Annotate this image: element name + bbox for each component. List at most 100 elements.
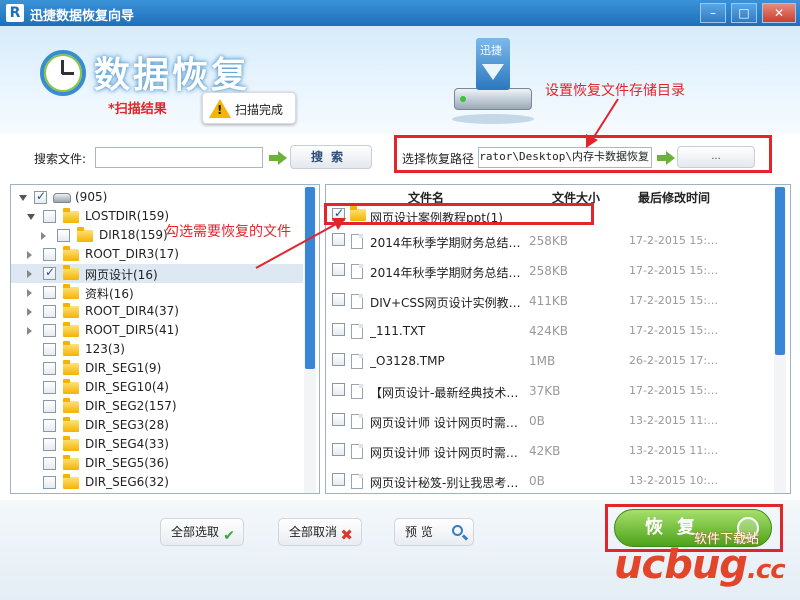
tree-item[interactable]: ROOT_DIR4(37) — [11, 302, 303, 321]
deselect-all-button[interactable]: 全部取消 ✖ — [278, 518, 362, 546]
file-checkbox[interactable] — [332, 413, 345, 426]
file-checkbox[interactable] — [332, 353, 345, 366]
tree-checkbox[interactable] — [43, 305, 56, 318]
tree-checkbox[interactable] — [43, 286, 56, 299]
search-input[interactable] — [95, 147, 263, 168]
tree-item[interactable]: 资料(16) — [11, 283, 303, 302]
tree-checkbox[interactable] — [43, 248, 56, 261]
tree-item[interactable]: DIR_SEG2(157) — [11, 397, 303, 416]
tree-label: ROOT_DIR3(17) — [85, 247, 179, 261]
tree-checkbox[interactable] — [43, 476, 56, 489]
file-checkbox[interactable] — [332, 323, 345, 336]
file-modified: 17-2-2015 15:… — [629, 234, 719, 247]
collapse-icon[interactable] — [27, 214, 35, 220]
expand-icon[interactable] — [27, 270, 32, 278]
file-checkbox[interactable] — [332, 473, 345, 486]
expand-icon[interactable] — [27, 251, 32, 259]
close-button[interactable]: ✕ — [762, 3, 796, 23]
file-row[interactable]: 网页设计师 设计网页时需… 0B 13-2-2015 11:… — [326, 410, 774, 432]
file-checkbox[interactable] — [332, 233, 345, 246]
file-size: 37KB — [529, 384, 561, 398]
file-row[interactable]: 2014年秋季学期财务总结… 258KB 17-2-2015 15:… — [326, 260, 774, 282]
check-icon: ✔ — [223, 528, 235, 544]
tree-checkbox[interactable] — [43, 381, 56, 394]
folder-icon — [63, 284, 79, 299]
file-scroll-thumb[interactable] — [775, 187, 785, 355]
watermark-text: 软件下载站 — [694, 532, 760, 547]
tree-checkbox[interactable] — [57, 229, 70, 242]
watermark-logo: ucbug.cc — [614, 542, 786, 588]
tree-item[interactable]: ROOT_DIR3(17) — [11, 245, 303, 264]
x-icon: ✖ — [340, 526, 353, 544]
folder-icon — [63, 246, 79, 261]
file-row[interactable]: 2014年秋季学期财务总结… 258KB 17-2-2015 15:… — [326, 230, 774, 252]
file-icon — [351, 444, 363, 459]
file-row[interactable]: 网页设计秘笈-别让我思考… 0B 13-2-2015 10:… — [326, 470, 774, 492]
tree-scroll-thumb[interactable] — [305, 187, 315, 369]
minimize-button[interactable]: – — [700, 3, 726, 23]
file-row[interactable]: _O3128.TMP 1MB 26-2-2015 17:… — [326, 350, 774, 372]
file-row[interactable]: 网页设计师 设计网页时需… 42KB 13-2-2015 11:… — [326, 440, 774, 462]
preview-button[interactable]: 预 览 — [394, 518, 474, 546]
file-checkbox[interactable] — [332, 443, 345, 456]
path-input[interactable]: Administrator\Desktop\内存卡数据恢复 — [478, 147, 652, 168]
tree-checkbox[interactable] — [43, 265, 56, 280]
expand-icon[interactable] — [19, 195, 27, 201]
tree-item[interactable]: DIR_SEG6(32) — [11, 473, 303, 492]
file-modified: 13-2-2015 11:… — [629, 444, 719, 457]
search-label: 搜索文件: — [34, 152, 87, 166]
file-modified: 13-2-2015 11:… — [629, 414, 719, 427]
tree-checkbox[interactable] — [43, 400, 56, 413]
expand-icon[interactable] — [41, 232, 46, 240]
file-scrollbar[interactable] — [774, 185, 786, 493]
tree-label: 资料(16) — [85, 287, 134, 301]
tree-root[interactable]: (905) — [11, 188, 303, 207]
tree-item[interactable]: 网页设计(16) — [11, 264, 303, 283]
tree-checkbox[interactable] — [43, 343, 56, 356]
disk-label: 迅捷 — [480, 44, 502, 57]
tree-checkbox[interactable] — [43, 457, 56, 470]
expand-icon[interactable] — [27, 308, 32, 316]
file-row[interactable]: 【网页设计-最新经典技术… 37KB 17-2-2015 15:… — [326, 380, 774, 402]
file-row[interactable]: DIV+CSS网页设计实例教… 411KB 17-2-2015 15:… — [326, 290, 774, 312]
tree-checkbox[interactable] — [43, 438, 56, 451]
tree-scrollbar[interactable] — [304, 185, 316, 493]
tree-item[interactable]: DIR_SEG3(28) — [11, 416, 303, 435]
drive-icon — [53, 193, 71, 203]
tree-checkbox[interactable] — [43, 324, 56, 337]
file-modified: 17-2-2015 15:… — [629, 264, 719, 277]
file-row[interactable]: _111.TXT 424KB 17-2-2015 15:… — [326, 320, 774, 342]
tree-item[interactable]: ROOT_DIR5(41) — [11, 321, 303, 340]
scan-result-title: *扫描结果 — [108, 102, 167, 117]
browse-button[interactable]: ... — [677, 146, 755, 168]
folder-icon — [63, 341, 79, 356]
tree-item[interactable]: 123(3) — [11, 340, 303, 359]
tree-label: DIR_SEG2(157) — [85, 399, 177, 413]
hard-disk-icon: 迅捷 — [450, 34, 536, 130]
maximize-button[interactable]: □ — [731, 3, 757, 23]
file-checkbox[interactable] — [332, 263, 345, 276]
folder-icon — [63, 360, 79, 375]
tree-item[interactable]: DIR_SEG1(9) — [11, 359, 303, 378]
search-button[interactable]: 搜索 — [290, 145, 372, 169]
folder-icon — [63, 436, 79, 451]
column-modified[interactable]: 最后修改时间 — [638, 189, 710, 206]
expand-icon[interactable] — [27, 289, 32, 297]
file-icon — [351, 264, 363, 279]
file-size: 258KB — [529, 264, 569, 278]
file-list[interactable]: 文件名 文件大小 最后修改时间 网页设计案例教程ppt(1)2014年秋季学期财… — [325, 184, 791, 494]
annotation-check-files: 勾选需要恢复的文件 — [165, 224, 291, 240]
tree-checkbox[interactable] — [43, 362, 56, 375]
file-checkbox[interactable] — [332, 383, 345, 396]
tree-item[interactable]: DIR_SEG5(36) — [11, 454, 303, 473]
file-name: _O3128.TMP — [370, 354, 445, 368]
tree-checkbox[interactable] — [43, 210, 56, 223]
tree-checkbox[interactable] — [34, 189, 47, 204]
select-all-button[interactable]: 全部选取 ✔ — [160, 518, 244, 546]
tree-item[interactable]: DIR_SEG4(33) — [11, 435, 303, 454]
expand-icon[interactable] — [27, 327, 32, 335]
file-checkbox[interactable] — [332, 293, 345, 306]
deselect-all-label: 全部取消 — [289, 525, 338, 539]
tree-item[interactable]: DIR_SEG10(4) — [11, 378, 303, 397]
tree-checkbox[interactable] — [43, 419, 56, 432]
